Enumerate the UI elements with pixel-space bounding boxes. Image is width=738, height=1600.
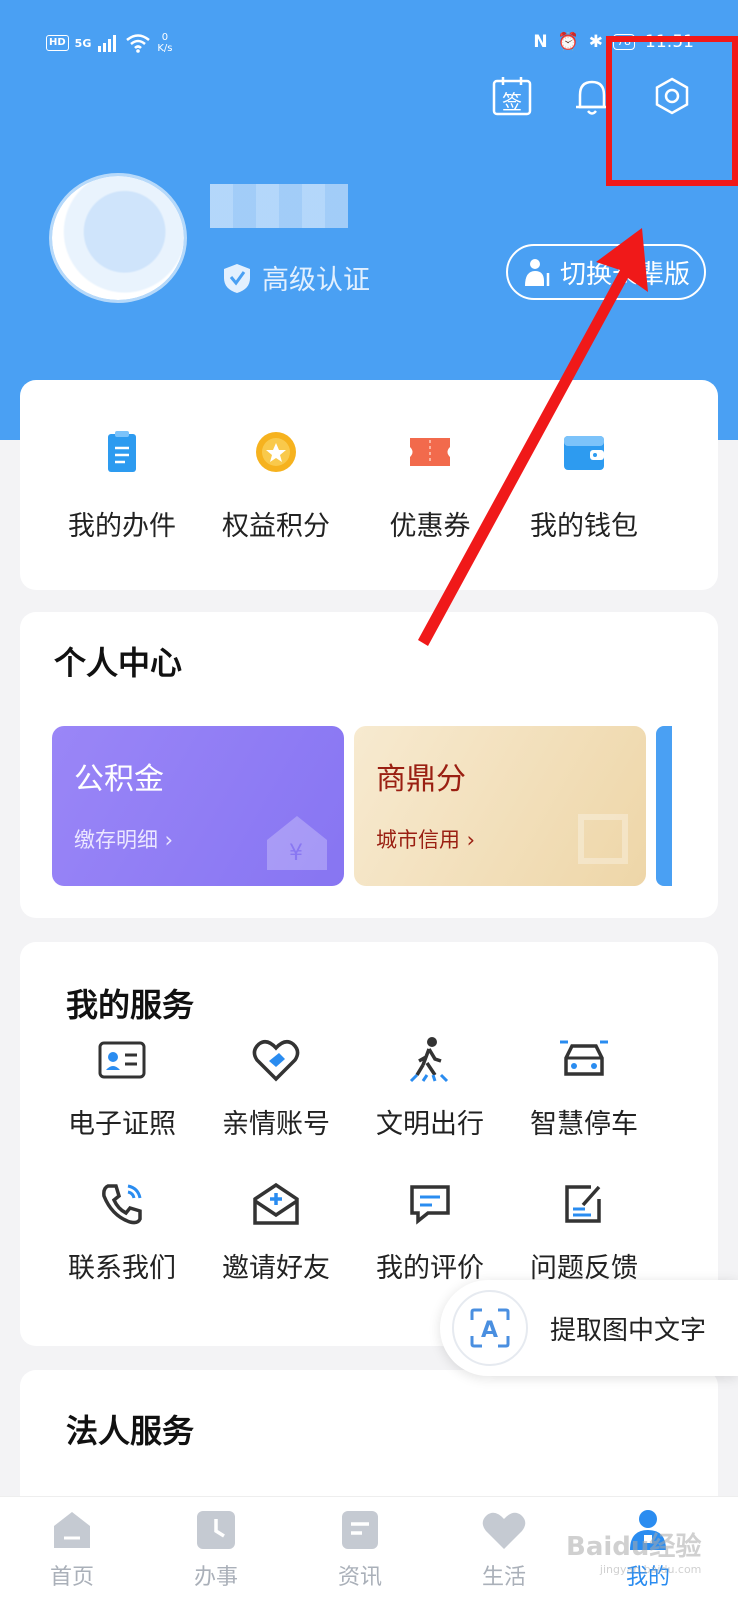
pedestrian-icon: [409, 1037, 449, 1083]
quick-action-label: 我的钱包: [530, 511, 638, 542]
heart-icon: [482, 1512, 526, 1549]
service-smart-parking[interactable]: 智慧停车: [504, 1032, 664, 1141]
extract-text-label: 提取图中文字: [550, 1315, 707, 1346]
sign-in-button[interactable]: 签: [490, 74, 534, 118]
tile-subtitle: 城市信用 ›: [376, 828, 476, 852]
service-label: 文明出行: [376, 1109, 484, 1140]
heart-hands-icon: [252, 1040, 300, 1082]
service-label: 亲情账号: [222, 1109, 330, 1140]
service-my-reviews[interactable]: 我的评价: [350, 1176, 510, 1285]
scan-text-icon: A: [452, 1290, 528, 1366]
watermark-sub: jingyan.baidu.com: [599, 1563, 702, 1576]
section-title: 法人服务: [66, 1412, 195, 1450]
switch-elder-mode-button[interactable]: 切换长辈版: [506, 244, 706, 300]
service-e-license[interactable]: 电子证照: [42, 1032, 202, 1141]
phone-icon: [102, 1184, 142, 1225]
svg-text:¥: ¥: [289, 841, 303, 866]
quick-actions-card: 我的办件 权益积分 优惠券 我的钱包: [20, 380, 718, 590]
section-title: 我的服务: [66, 986, 195, 1024]
id-card-icon: [98, 1041, 146, 1079]
scan-letter: A: [481, 1318, 498, 1343]
tile-title: 公积金: [74, 762, 164, 797]
watermark-text: Baidu经验: [566, 1532, 702, 1562]
home-icon: [54, 1512, 90, 1548]
avatar[interactable]: [52, 176, 184, 300]
switch-elder-mode-label: 切换长辈版: [559, 259, 690, 290]
quick-action-label: 优惠券: [389, 511, 471, 542]
tab-news[interactable]: 资讯: [310, 1507, 410, 1591]
quick-action-label: 我的办件: [68, 511, 176, 542]
tile-housing-fund[interactable]: 公积金 缴存明细 › ¥: [52, 726, 344, 886]
tile-title: 商鼎分: [376, 762, 466, 797]
service-label: 智慧停车: [530, 1109, 638, 1140]
section-title: 个人中心: [54, 644, 183, 682]
wifi-icon: [126, 34, 151, 53]
clock-icon: [197, 1511, 235, 1549]
service-invite-friends[interactable]: 邀请好友: [196, 1176, 356, 1285]
bluetooth-icon: ✱: [588, 32, 603, 52]
sign-label: 签: [502, 90, 522, 114]
tile-credit-score[interactable]: 商鼎分 城市信用 ›: [354, 726, 646, 886]
certification-label: 高级认证: [262, 265, 370, 296]
quick-action-label: 权益积分: [222, 511, 330, 542]
signal-icon: [98, 35, 117, 52]
service-label: 电子证照: [68, 1109, 176, 1140]
quick-action-my-cases[interactable]: 我的办件: [42, 430, 202, 543]
tile-next-peek[interactable]: [656, 726, 672, 886]
car-icon: [560, 1040, 608, 1076]
service-civil-travel[interactable]: 文明出行: [350, 1032, 510, 1141]
invite-mail-icon: [253, 1182, 299, 1225]
quick-action-wallet[interactable]: 我的钱包: [504, 430, 664, 543]
extract-text-floating-button[interactable]: A 提取图中文字: [440, 1280, 738, 1376]
settings-highlight-box: [606, 36, 738, 186]
quick-action-points[interactable]: 权益积分: [196, 430, 356, 543]
watermark: Baidu经验 jingyan.baidu.com: [566, 1526, 701, 1576]
tab-life[interactable]: 生活: [454, 1507, 554, 1591]
star-coin-icon: [256, 432, 296, 472]
tile-subtitle: 缴存明细 ›: [74, 828, 174, 852]
tab-label: 资讯: [337, 1565, 382, 1590]
coupon-icon: [410, 438, 450, 466]
service-family-account[interactable]: 亲情账号: [196, 1032, 356, 1141]
service-contact-us[interactable]: 联系我们: [42, 1176, 202, 1285]
nfc-icon: N: [533, 32, 548, 52]
service-label: 联系我们: [68, 1253, 176, 1284]
net-speed: 0 K/s: [157, 32, 173, 54]
shield-check-icon: [224, 263, 250, 293]
tab-home[interactable]: 首页: [22, 1507, 122, 1591]
tab-affairs[interactable]: 办事: [166, 1507, 266, 1591]
document-icon: [108, 431, 136, 472]
service-label: 邀请好友: [222, 1253, 330, 1284]
wallet-icon: [564, 436, 604, 470]
user-name-blurred: [210, 184, 348, 228]
news-icon: [342, 1511, 378, 1549]
tab-label: 生活: [481, 1565, 526, 1590]
signal-label: 5G: [74, 36, 92, 50]
elder-person-icon: [524, 259, 550, 286]
comment-icon: [410, 1185, 450, 1225]
tab-label: 办事: [193, 1565, 238, 1590]
feedback-edit-icon: [565, 1185, 601, 1223]
status-bar: HD 5G 0 K/s N ⏰ ✱ 78 11:51: [46, 22, 694, 62]
personal-center-card: 个人中心 公积金 缴存明细 › ¥ 商鼎分 城市信用 ›: [20, 612, 718, 918]
house-yuan-icon: ¥: [267, 816, 327, 870]
alarm-icon: ⏰: [557, 32, 579, 52]
quick-action-coupons[interactable]: 优惠券: [350, 430, 510, 543]
tab-label: 首页: [49, 1565, 94, 1590]
hd-indicator: HD: [46, 35, 69, 51]
service-feedback[interactable]: 问题反馈: [504, 1176, 664, 1285]
certification-badge: 高级认证: [222, 258, 370, 297]
tile-watermark-logo: [578, 814, 628, 864]
